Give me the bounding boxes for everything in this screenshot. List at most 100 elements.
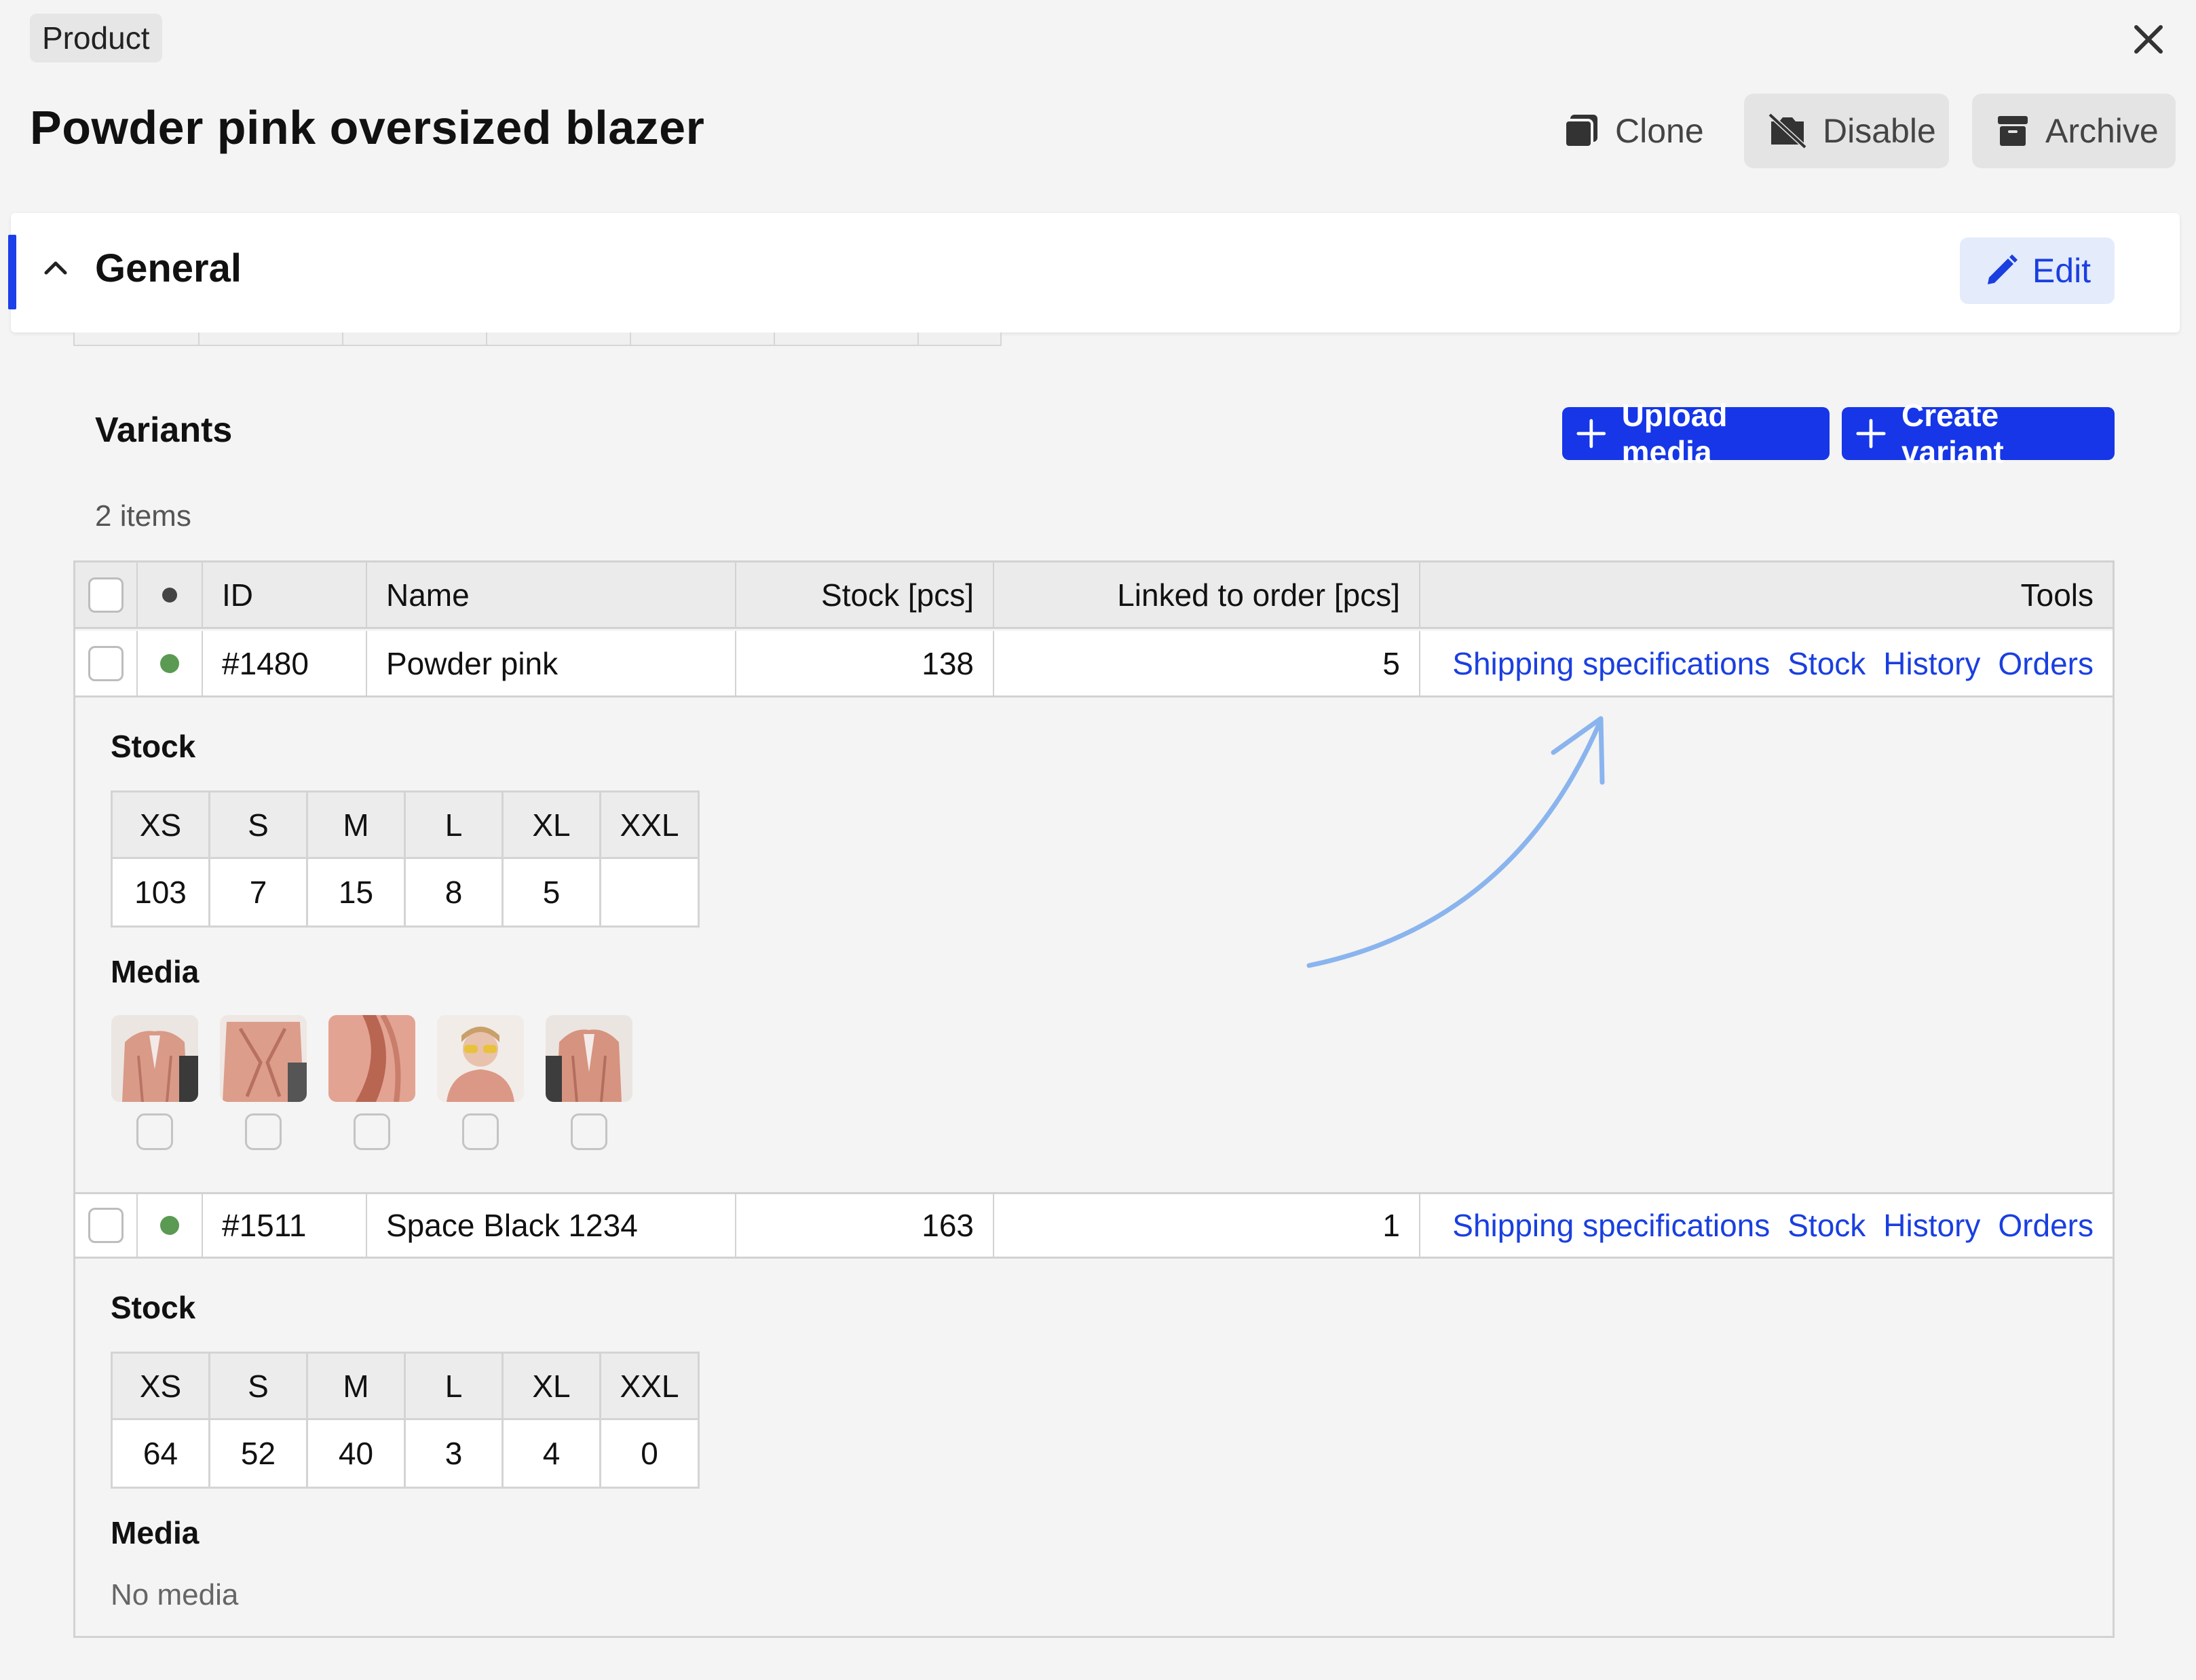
select-all-cell [75,562,138,627]
stock-label: Stock [111,1290,196,1325]
media-checkbox[interactable] [462,1113,499,1150]
variant-id: #1511 [203,1194,367,1257]
strip-divider [774,332,775,346]
archive-button[interactable]: Archive [1972,94,2176,168]
size-header: XXL [620,1368,679,1404]
history-link[interactable]: History [1883,645,1980,682]
size-header: L [406,1354,504,1418]
close-icon[interactable] [2124,15,2173,64]
size-header-row: XS S M L XL XXL [113,793,698,859]
disable-button[interactable]: Disable [1744,94,1949,168]
variants-title: Variants [95,411,233,450]
size-value: 7 [210,859,308,925]
table-header-row: ID Name Stock [pcs] Linked to order [pcs… [75,562,2113,629]
size-header: M [308,1354,406,1418]
strip-divider [486,332,487,346]
size-header: S [210,1354,308,1418]
size-value: 40 [308,1420,406,1487]
status-active-dot [160,653,179,673]
variant-linked: 1 [994,1194,1420,1257]
table-row[interactable]: #1511 Space Black 1234 163 1 Shipping sp… [75,1192,2113,1259]
strip-divider [342,332,343,346]
edit-button[interactable]: Edit [1960,237,2115,304]
orders-link[interactable]: Orders [1998,1207,2094,1244]
chevron-up-icon[interactable] [41,252,71,282]
column-header-linked[interactable]: Linked to order [pcs] [994,562,1420,627]
row-select-cell [75,1194,138,1257]
page-title: Powder pink oversized blazer [30,101,705,154]
edit-label: Edit [2032,252,2091,290]
upload-media-label: Upload media [1621,398,1728,470]
shipping-specifications-link[interactable]: Shipping specifications [1452,1207,1770,1244]
clone-label: Clone [1615,112,1704,150]
media-checkbox[interactable] [245,1113,282,1150]
stock-link[interactable]: Stock [1787,1207,1866,1244]
size-header: XS [113,793,210,857]
media-thumbnail[interactable] [220,1015,307,1102]
shipping-specifications-link[interactable]: Shipping specifications [1452,645,1770,682]
variant-stock: 138 [736,631,994,695]
media-checkbox[interactable] [136,1113,173,1150]
row-checkbox[interactable] [88,645,124,681]
size-header: S [210,793,308,857]
size-value: 4 [504,1420,601,1487]
breadcrumb[interactable]: Product [30,14,162,62]
disabled-camera-icon [1768,113,1807,149]
no-media-text: No media [111,1578,239,1611]
annotation-arrow-icon [1306,716,1605,968]
row-status-cell [138,1194,203,1257]
strip-divider [198,332,200,346]
variant-tools: Shipping specifications Stock History Or… [1420,1194,2113,1257]
size-header: M [308,793,406,857]
clone-button[interactable]: Clone [1539,94,1727,168]
column-header-id[interactable]: ID [203,562,367,627]
stock-link[interactable]: Stock [1787,645,1866,682]
section-accent-bar [8,235,16,309]
archive-label: Archive [2045,112,2159,150]
variant-name: Space Black 1234 [367,1194,736,1257]
variant-name: Powder pink [367,631,736,695]
general-section-header[interactable] [11,213,2180,332]
row-checkbox[interactable] [88,1208,124,1243]
variant-tools: Shipping specifications Stock History Or… [1420,631,2113,695]
size-value-row: 64 52 40 3 4 0 [113,1420,698,1487]
upload-media-button[interactable]: Upload media [1562,398,1830,470]
strip-divider [630,332,631,346]
stock-label: Stock [111,729,196,764]
media-checkbox[interactable] [354,1113,390,1150]
column-header-stock[interactable]: Stock [pcs] [736,562,994,627]
variant-stock: 163 [736,1194,994,1257]
row-select-cell [75,631,138,695]
media-label: Media [111,1515,200,1550]
size-value: 8 [406,859,504,925]
size-value-row: 103 7 15 8 5 [113,859,698,925]
select-all-checkbox[interactable] [88,577,124,613]
history-link[interactable]: History [1883,1207,1980,1244]
size-value: 64 [113,1420,210,1487]
media-thumbnail[interactable] [328,1015,415,1102]
section-title: General [95,246,242,290]
media-checkbox[interactable] [571,1113,607,1150]
size-header: L [406,793,504,857]
media-thumbnail[interactable] [546,1015,632,1102]
media-thumbnail[interactable] [111,1015,198,1102]
column-header-tools: Tools [2020,577,2094,613]
column-header-name[interactable]: Name [367,562,736,627]
size-header: XXL [620,807,679,843]
media-thumbnail[interactable] [437,1015,524,1102]
size-value [601,859,698,925]
orders-link[interactable]: Orders [1998,645,2094,682]
size-value: 15 [308,859,406,925]
clone-icon [1564,115,1597,149]
strip-divider [917,332,919,346]
media-label: Media [111,954,200,989]
table-row[interactable]: #1480 Powder pink 138 5 Shipping specifi… [75,631,2113,698]
size-value: 52 [210,1420,308,1487]
plus-icon [1576,419,1606,448]
variant-linked: 5 [994,631,1420,695]
plus-icon [1856,419,1886,448]
items-count: 2 items [95,499,191,533]
create-variant-button[interactable]: Create variant [1842,398,2115,470]
size-header: XL [504,1354,601,1418]
size-value: 0 [641,1436,658,1471]
